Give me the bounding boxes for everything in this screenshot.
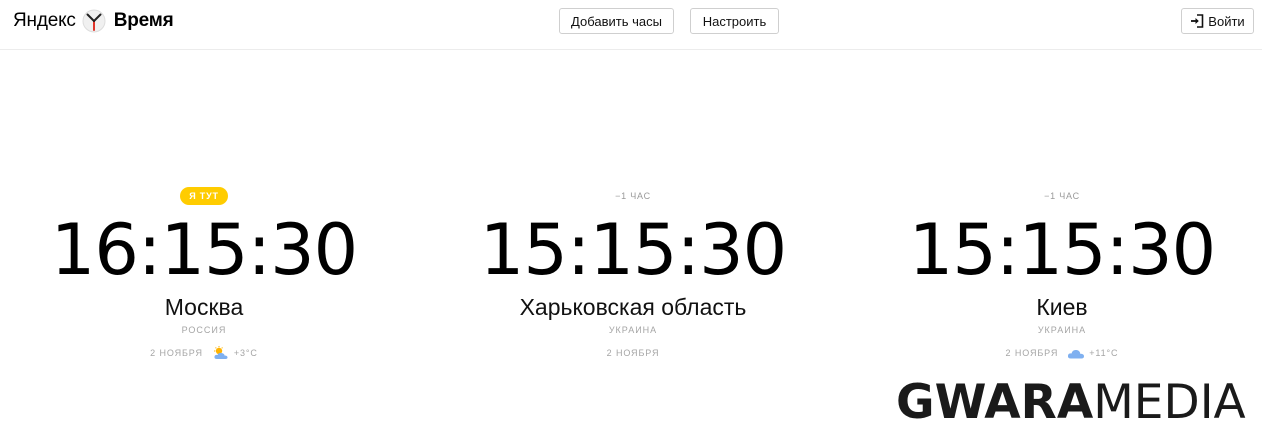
logo-brand: Яндекс (13, 10, 76, 31)
gwaramedia-watermark: GWARAMEDIA (896, 376, 1246, 430)
watermark-part-1: GWARA (896, 375, 1094, 430)
offset-row: −1 ЧАС (852, 185, 1262, 207)
clock-logo-icon (82, 9, 106, 33)
date-weather-row: 2 НОЯБРЯ (423, 345, 843, 361)
city-name[interactable]: Киев (852, 293, 1262, 321)
login-label: Войти (1208, 13, 1245, 29)
city-name[interactable]: Москва (0, 293, 414, 321)
yandex-time-logo[interactable]: Яндекс Время (13, 8, 174, 34)
clock-time: 15:15:30 (908, 209, 1216, 291)
country-name: УКРАИНА (1037, 325, 1087, 335)
country-name: УКРАИНА (608, 325, 658, 335)
clock-card-moscow: Я ТУТ 16:15:30 Москва РОССИЯ 2 НОЯБРЯ +3… (0, 185, 414, 361)
date-label: 2 НОЯБРЯ (150, 348, 203, 358)
offset-row: −1 ЧАС (423, 185, 843, 207)
time-offset: −1 ЧАС (615, 191, 651, 201)
date-weather-row: 2 НОЯБРЯ +3°C (0, 345, 414, 361)
add-clock-button[interactable]: Добавить часы (559, 8, 674, 34)
country-name: РОССИЯ (181, 325, 227, 335)
clock-card-kharkiv: −1 ЧАС 15:15:30 Харьковская область УКРА… (423, 185, 843, 361)
settings-button[interactable]: Настроить (690, 8, 779, 34)
date-label: 2 НОЯБРЯ (1005, 348, 1059, 358)
time-offset: −1 ЧАС (1044, 191, 1080, 201)
temperature: +11°C (1089, 348, 1119, 358)
top-bar: Яндекс Время Добавить часы Настроить Вой… (0, 0, 1262, 50)
badge-row: Я ТУТ (0, 185, 414, 207)
date-weather-row: 2 НОЯБРЯ +11°C (852, 345, 1262, 361)
clock-time: 15:15:30 (479, 209, 787, 291)
city-name[interactable]: Харьковская область (423, 293, 843, 321)
login-icon (1191, 14, 1204, 28)
temperature: +3°C (233, 348, 258, 358)
logo-service: Время (113, 10, 174, 31)
clock-time: 16:15:30 (50, 209, 358, 291)
date-label: 2 НОЯБРЯ (606, 348, 660, 358)
login-button[interactable]: Войти (1181, 8, 1254, 34)
clock-card-kyiv: −1 ЧАС 15:15:30 Киев УКРАИНА 2 НОЯБРЯ +1… (852, 185, 1262, 361)
partly-cloudy-icon (213, 346, 228, 359)
cloud-icon (1068, 349, 1085, 359)
current-location-badge: Я ТУТ (180, 187, 228, 205)
watermark-part-2: MEDIA (1093, 375, 1246, 430)
